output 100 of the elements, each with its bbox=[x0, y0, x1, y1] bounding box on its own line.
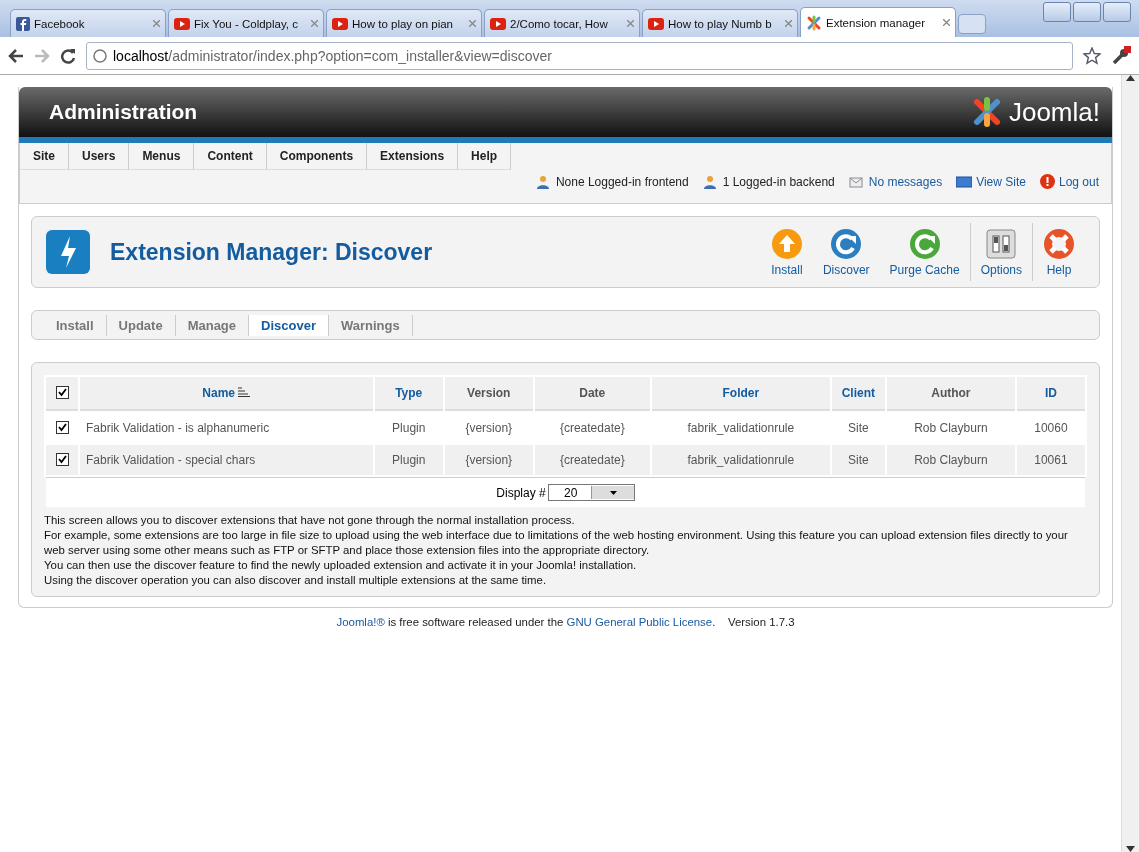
status-text: None Logged-in frontend bbox=[555, 174, 689, 189]
status-link[interactable]: No messages bbox=[868, 174, 943, 189]
display-label: Display # bbox=[496, 485, 546, 500]
checkbox[interactable] bbox=[55, 453, 69, 466]
play-icon bbox=[174, 17, 190, 30]
menu-item[interactable]: Extensions bbox=[367, 143, 459, 170]
table-cell: Fabrik Validation - is alphanumeric bbox=[86, 421, 270, 435]
column-header[interactable]: Name bbox=[202, 386, 251, 400]
joomla-icon bbox=[806, 14, 822, 31]
table-cell: Plugin bbox=[392, 453, 426, 467]
column-header: Author bbox=[931, 386, 971, 400]
globe-icon bbox=[93, 48, 107, 63]
menu-item[interactable]: Menus bbox=[129, 143, 195, 170]
browser-tab[interactable]: 2/Como tocar, How bbox=[484, 9, 640, 37]
lightning-icon bbox=[46, 230, 90, 274]
menu-item[interactable]: Site bbox=[20, 143, 69, 170]
menu-item[interactable]: Content bbox=[194, 143, 267, 170]
address-field[interactable]: localhost/administrator/index.php?option=com_installer&view=discover bbox=[86, 41, 1073, 70]
logout-icon bbox=[1039, 174, 1055, 189]
subtab[interactable]: Update bbox=[106, 314, 176, 336]
close-icon[interactable] bbox=[311, 20, 318, 27]
table-cell: Rob Clayburn bbox=[914, 421, 988, 435]
table-cell: Fabrik Validation - special chars bbox=[86, 453, 256, 467]
browser-tab[interactable]: Fix You - Coldplay, c bbox=[168, 9, 324, 37]
logo-text: Joomla! bbox=[1008, 96, 1100, 128]
switches-icon bbox=[985, 227, 1018, 260]
column-header[interactable]: Type bbox=[395, 386, 423, 400]
play-icon bbox=[648, 17, 664, 30]
toolbar-button[interactable]: Options bbox=[970, 227, 1032, 277]
description-text: For example, some extensions are too large in file size to upload using the web interface due to limitations of the web hosting environment. Using this feature you can upload extension files directly to your web server using some other means such as FTP or SFTP and place those extension files into the appropriate directory. bbox=[44, 528, 1069, 558]
display-select[interactable]: 20 bbox=[547, 484, 635, 501]
header-title: Administration bbox=[49, 100, 198, 124]
description-text: This screen allows you to discover extensions that have not gone through the normal installation process. bbox=[44, 513, 576, 528]
table-cell: Site bbox=[848, 421, 869, 435]
joomla-link[interactable]: Joomla!® bbox=[336, 616, 385, 628]
column-header: Version bbox=[467, 386, 511, 400]
table-cell: 10061 bbox=[1034, 453, 1068, 467]
table-cell: fabrik_validationrule bbox=[687, 421, 795, 435]
table-cell: {version} bbox=[465, 453, 513, 467]
back-icon[interactable] bbox=[8, 48, 24, 63]
refresh-icon bbox=[908, 227, 941, 260]
status-link[interactable]: View Site bbox=[976, 174, 1026, 189]
play-icon bbox=[332, 17, 348, 30]
user-icon bbox=[702, 174, 719, 189]
page-title: Extension Manager: Discover bbox=[110, 238, 434, 266]
toolbar-button[interactable]: Purge Cache bbox=[879, 227, 970, 277]
forward-icon[interactable] bbox=[34, 48, 50, 63]
menu-item[interactable]: Users bbox=[69, 143, 130, 170]
subtab[interactable]: Discover bbox=[249, 314, 329, 336]
footer-text: Joomla!® is free software released under the GNU General Public License. Version 1.7.3 bbox=[335, 616, 796, 628]
table-cell: Site bbox=[848, 453, 869, 467]
table-cell: Rob Clayburn bbox=[914, 453, 988, 467]
status-text: 1 Logged-in backend bbox=[722, 174, 835, 189]
description-text: You can then use the discover feature to find the newly uploaded extension and activate it in your Joomla! installation. bbox=[44, 558, 638, 573]
new-tab-button[interactable] bbox=[958, 14, 986, 34]
close-icon[interactable] bbox=[469, 20, 476, 27]
browser-tab[interactable]: How to play on pian bbox=[326, 9, 482, 37]
subtab[interactable]: Warnings bbox=[328, 314, 413, 336]
wrench-icon[interactable] bbox=[1111, 45, 1131, 66]
browser-tab[interactable]: Facebook bbox=[10, 9, 166, 37]
upload-icon bbox=[770, 227, 803, 260]
lifebuoy-icon bbox=[1043, 227, 1075, 260]
toolbar-button[interactable]: Install bbox=[760, 227, 813, 277]
toolbar-button[interactable]: Help bbox=[1033, 227, 1085, 277]
facebook-icon bbox=[16, 16, 30, 31]
caret-icon bbox=[610, 490, 618, 495]
table-cell: {createdate} bbox=[559, 421, 625, 435]
close-icon[interactable] bbox=[153, 20, 160, 27]
status-link[interactable]: Log out bbox=[1058, 174, 1099, 189]
monitor-icon bbox=[956, 175, 973, 188]
column-header[interactable]: Folder bbox=[722, 386, 760, 400]
envelope-icon bbox=[848, 175, 865, 188]
menu-item[interactable]: Help bbox=[458, 143, 512, 170]
minimize-button[interactable] bbox=[1043, 2, 1071, 22]
description-text: Using the discover operation you can also discover and install multiple extensions at the same time. bbox=[44, 573, 548, 588]
close-icon[interactable] bbox=[943, 19, 950, 26]
close-button[interactable] bbox=[1103, 2, 1131, 22]
close-icon[interactable] bbox=[785, 20, 792, 27]
column-header: Date bbox=[579, 386, 606, 400]
table-cell: 10060 bbox=[1034, 421, 1068, 435]
user-icon bbox=[535, 174, 552, 189]
table-cell: Plugin bbox=[392, 421, 426, 435]
table-cell: {createdate} bbox=[559, 453, 625, 467]
subtab[interactable]: Install bbox=[44, 314, 107, 336]
browser-tab[interactable]: Extension manager bbox=[800, 7, 956, 37]
table-cell: fabrik_validationrule bbox=[687, 453, 795, 467]
checkbox[interactable] bbox=[55, 386, 69, 399]
browser-tab[interactable]: How to play Numb b bbox=[642, 9, 798, 37]
checkbox[interactable] bbox=[55, 421, 69, 434]
table-cell: {version} bbox=[465, 421, 513, 435]
maximize-button[interactable] bbox=[1073, 2, 1101, 22]
license-link[interactable]: GNU General Public License bbox=[566, 616, 713, 628]
refresh-icon bbox=[830, 227, 863, 260]
reload-icon[interactable] bbox=[60, 47, 76, 64]
scroll-down-icon[interactable] bbox=[1126, 846, 1135, 852]
close-icon[interactable] bbox=[627, 20, 634, 27]
column-header[interactable]: ID bbox=[1044, 386, 1057, 400]
toolbar-button[interactable]: Discover bbox=[812, 227, 880, 277]
star-icon[interactable] bbox=[1083, 46, 1101, 65]
menu-item[interactable]: Components bbox=[266, 143, 368, 170]
